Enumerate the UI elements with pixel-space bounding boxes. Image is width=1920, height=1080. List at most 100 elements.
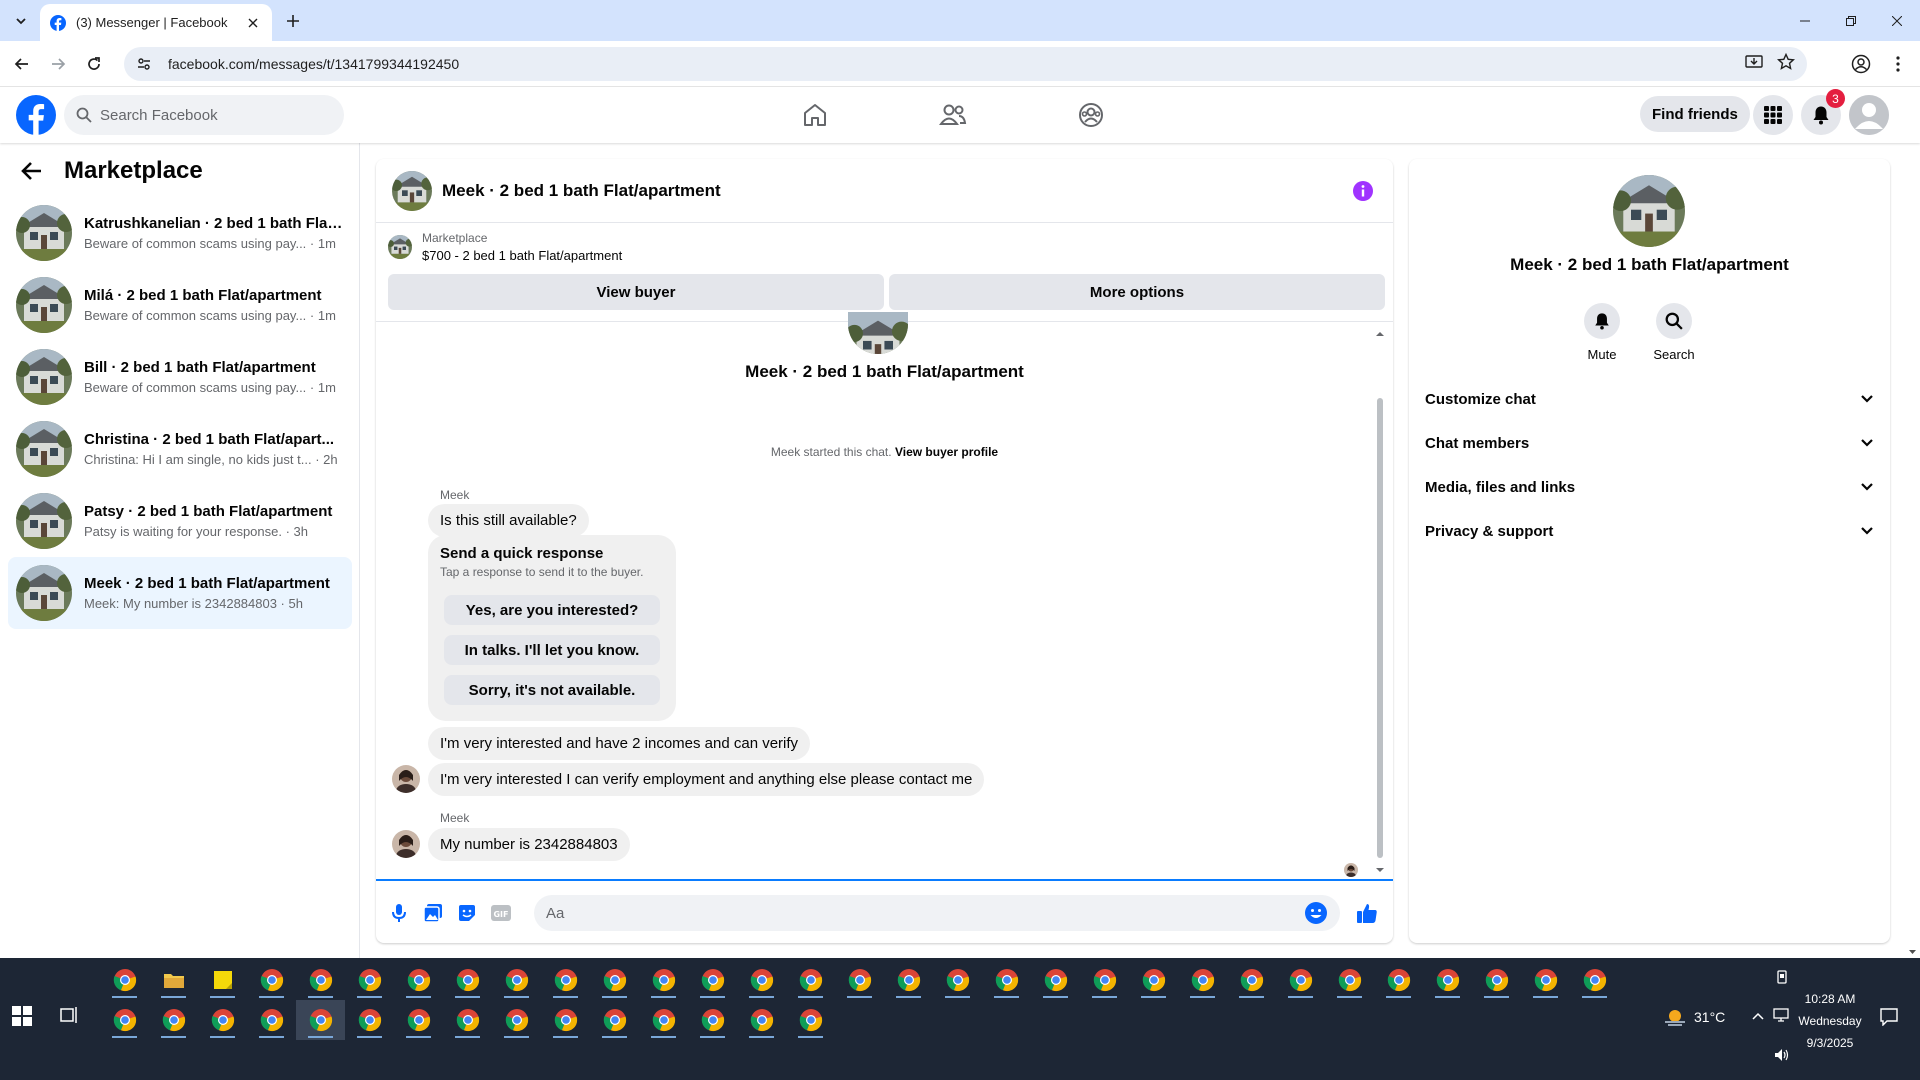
- chrome-window-icon[interactable]: [982, 960, 1031, 1000]
- message-thread[interactable]: Meek · 2 bed 1 bath Flat/apartment Meek …: [376, 321, 1393, 881]
- chrome-window-icon[interactable]: [1472, 960, 1521, 1000]
- chrome-window-icon[interactable]: [1276, 960, 1325, 1000]
- mute-action[interactable]: Mute: [1572, 303, 1632, 362]
- scroll-down-icon[interactable]: [1375, 866, 1385, 874]
- chat-title[interactable]: Meek · 2 bed 1 bath Flat/apartment: [442, 181, 721, 201]
- chrome-window-icon[interactable]: [100, 960, 149, 1000]
- chat-avatar[interactable]: [392, 171, 432, 211]
- chrome-window-icon[interactable]: [1031, 960, 1080, 1000]
- conversation-item[interactable]: Katrushkanelian · 2 bed 1 bath Flat... Be…: [8, 197, 352, 269]
- page-scrollbar[interactable]: [1905, 87, 1920, 958]
- more-options-button[interactable]: More options: [889, 274, 1385, 310]
- chrome-window-icon[interactable]: [1521, 960, 1570, 1000]
- chrome-window-icon[interactable]: [835, 960, 884, 1000]
- view-buyer-button[interactable]: View buyer: [388, 274, 884, 310]
- close-window-icon[interactable]: [1874, 0, 1920, 41]
- volume-icon[interactable]: [1774, 1048, 1790, 1062]
- conversation-item[interactable]: Bill · 2 bed 1 bath Flat/apartment Beware…: [8, 341, 352, 413]
- search-icon[interactable]: [1656, 303, 1692, 339]
- chrome-window-icon[interactable]: [394, 1000, 443, 1040]
- chrome-window-icon[interactable]: [492, 960, 541, 1000]
- scrollbar-thumb[interactable]: [1377, 398, 1383, 858]
- chrome-window-icon[interactable]: [247, 1000, 296, 1040]
- browser-tab[interactable]: (3) Messenger | Facebook: [40, 4, 272, 41]
- chrome-window-icon[interactable]: [443, 1000, 492, 1040]
- network-icon[interactable]: [1773, 1008, 1789, 1022]
- customize-chat-section[interactable]: Customize chat: [1425, 381, 1874, 417]
- chat-members-section[interactable]: Chat members: [1425, 425, 1874, 461]
- chrome-window-icon[interactable]: [933, 960, 982, 1000]
- chrome-window-icon[interactable]: [786, 1000, 835, 1040]
- chrome-window-icon[interactable]: [1423, 960, 1472, 1000]
- scroll-up-icon[interactable]: [1375, 330, 1385, 338]
- chrome-window-icon[interactable]: [345, 960, 394, 1000]
- weather-widget[interactable]: 31°C: [1664, 1008, 1725, 1026]
- gif-icon[interactable]: GIF: [490, 902, 512, 924]
- view-buyer-profile-link[interactable]: View buyer profile: [895, 445, 998, 459]
- profile-icon[interactable]: [1849, 52, 1873, 76]
- menu-grid-icon[interactable]: [1753, 95, 1793, 135]
- forward-icon[interactable]: [46, 52, 70, 76]
- quick-response-option[interactable]: Sorry, it's not available.: [444, 675, 660, 705]
- chrome-window-icon[interactable]: [688, 960, 737, 1000]
- chrome-window-icon[interactable]: [541, 1000, 590, 1040]
- sticky-notes-icon[interactable]: [198, 960, 247, 1000]
- chrome-window-icon[interactable]: [443, 960, 492, 1000]
- sticker-icon[interactable]: [456, 902, 478, 924]
- new-tab-icon[interactable]: [282, 10, 304, 32]
- back-arrow-icon[interactable]: [20, 161, 48, 181]
- browser-menu-icon[interactable]: [1886, 52, 1910, 76]
- back-icon[interactable]: [10, 52, 34, 76]
- chrome-window-icon[interactable]: [1570, 960, 1619, 1000]
- chrome-window-icon[interactable]: [737, 1000, 786, 1040]
- notification-center-icon[interactable]: [1880, 1008, 1898, 1026]
- chrome-window-icon[interactable]: [639, 960, 688, 1000]
- chrome-window-icon[interactable]: [639, 1000, 688, 1040]
- conversation-item-active[interactable]: Meek · 2 bed 1 bath Flat/apartment Meek: …: [8, 557, 352, 629]
- quick-response-option[interactable]: In talks. I'll let you know.: [444, 635, 660, 665]
- thread-scrollbar[interactable]: [1375, 330, 1385, 874]
- chrome-window-icon[interactable]: [394, 960, 443, 1000]
- reload-icon[interactable]: [82, 52, 106, 76]
- facebook-logo-icon[interactable]: [16, 95, 56, 135]
- chrome-window-icon[interactable]: [1080, 960, 1129, 1000]
- chrome-window-icon[interactable]: [296, 1000, 345, 1040]
- chrome-window-icon[interactable]: [737, 960, 786, 1000]
- chrome-window-icon[interactable]: [1178, 960, 1227, 1000]
- chrome-window-icon[interactable]: [100, 1000, 149, 1040]
- system-clock[interactable]: 10:28 AM Wednesday 9/3/2025: [1790, 988, 1870, 1054]
- emoji-icon[interactable]: [1304, 901, 1328, 925]
- conversation-item[interactable]: Milá · 2 bed 1 bath Flat/apartment Beware…: [8, 269, 352, 341]
- restore-icon[interactable]: [1828, 0, 1874, 41]
- like-thumbs-up-icon[interactable]: [1356, 902, 1378, 924]
- site-info-icon[interactable]: [136, 56, 156, 72]
- address-bar[interactable]: facebook.com/messages/t/1341799344192450: [124, 47, 1807, 81]
- friends-nav-icon[interactable]: [933, 95, 973, 135]
- file-explorer-icon[interactable]: [149, 960, 198, 1000]
- facebook-search-input[interactable]: Search Facebook: [64, 95, 344, 135]
- marketplace-listing[interactable]: Marketplace $700 - 2 bed 1 bath Flat/apa…: [388, 231, 622, 263]
- chrome-window-icon[interactable]: [247, 960, 296, 1000]
- conversation-item[interactable]: Christina · 2 bed 1 bath Flat/apart... Ch…: [8, 413, 352, 485]
- chrome-window-icon[interactable]: [345, 1000, 394, 1040]
- home-nav-icon[interactable]: [795, 95, 835, 135]
- page-scroll-down-icon[interactable]: [1905, 946, 1920, 958]
- close-tab-icon[interactable]: [244, 14, 262, 32]
- microphone-icon[interactable]: [388, 902, 410, 924]
- account-avatar[interactable]: [1849, 95, 1889, 135]
- media-files-links-section[interactable]: Media, files and links: [1425, 469, 1874, 505]
- search-action[interactable]: Search: [1644, 303, 1704, 362]
- find-friends-button[interactable]: Find friends: [1640, 96, 1750, 132]
- chrome-window-icon[interactable]: [1129, 960, 1178, 1000]
- tab-search-icon[interactable]: [8, 8, 34, 34]
- conversation-item[interactable]: Patsy · 2 bed 1 bath Flat/apartment Patsy…: [8, 485, 352, 557]
- photo-icon[interactable]: [422, 902, 444, 924]
- chrome-window-icon[interactable]: [786, 960, 835, 1000]
- message-input[interactable]: Aa: [534, 895, 1340, 931]
- chrome-window-icon[interactable]: [492, 1000, 541, 1040]
- chrome-window-icon[interactable]: [296, 960, 345, 1000]
- chrome-window-icon[interactable]: [590, 960, 639, 1000]
- quick-response-option[interactable]: Yes, are you interested?: [444, 595, 660, 625]
- bell-icon[interactable]: [1584, 303, 1620, 339]
- chrome-window-icon[interactable]: [541, 960, 590, 1000]
